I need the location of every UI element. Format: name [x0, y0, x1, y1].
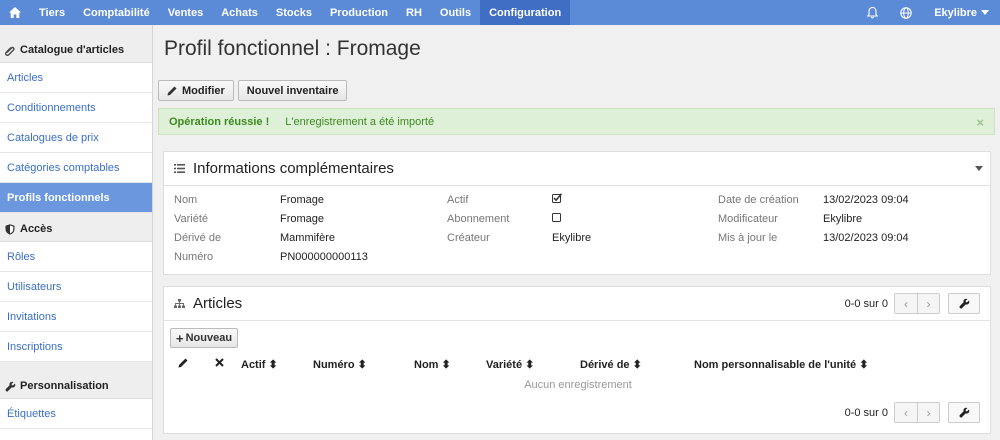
- field-value-date-creation: 13/02/2023 09:04: [823, 194, 909, 206]
- sidebar-item-profils-fonctionnels[interactable]: Profils fonctionnels: [0, 183, 152, 213]
- nav-tiers[interactable]: Tiers: [30, 0, 74, 25]
- sidebar-item-etiquettes[interactable]: Étiquettes: [0, 399, 152, 429]
- page-title: Profil fonctionnel : Fromage: [164, 37, 421, 60]
- alert-message: L'enregistrement a été importé: [285, 115, 435, 128]
- edit-column-icon: [178, 358, 188, 371]
- settings-button[interactable]: [948, 293, 980, 314]
- success-alert: Opération réussie ! L'enregistrement a é…: [158, 108, 995, 135]
- globe-icon: [900, 6, 912, 19]
- main-content: Profil fonctionnel : Fromage Modifier No…: [153, 25, 1000, 440]
- info-panel-header[interactable]: Informations complémentaires: [164, 152, 990, 186]
- plus-icon: +: [176, 330, 184, 346]
- caret-down-icon: [981, 10, 989, 15]
- prev-page-button[interactable]: ‹: [895, 294, 917, 313]
- field-label-date-creation: Date de création: [718, 194, 799, 206]
- bell-icon: [867, 6, 879, 18]
- nav-comptabilite[interactable]: Comptabilité: [74, 0, 159, 25]
- nav-ventes[interactable]: Ventes: [159, 0, 212, 25]
- sidebar-item-articles[interactable]: Articles: [0, 63, 152, 93]
- next-page-button[interactable]: ›: [917, 403, 939, 422]
- column-header-actif[interactable]: Actif ⬍: [241, 358, 278, 371]
- top-nav: Tiers Comptabilité Ventes Achats Stocks …: [0, 0, 1000, 25]
- column-header-numero[interactable]: Numéro ⬍: [313, 358, 367, 371]
- field-label-numero: Numéro: [174, 251, 214, 263]
- nav-stocks[interactable]: Stocks: [267, 0, 321, 25]
- field-label-derive-de: Dérivé de: [174, 232, 222, 244]
- pencil-icon: [167, 86, 177, 95]
- column-header-nom[interactable]: Nom ⬍: [414, 358, 451, 371]
- pager-bottom: 0-0 sur 0 ‹ ›: [845, 402, 940, 423]
- language-button[interactable]: [889, 0, 923, 25]
- home-button[interactable]: [0, 0, 30, 25]
- nav-outils[interactable]: Outils: [431, 0, 480, 25]
- column-header-derive-de[interactable]: Dérivé de ⬍: [580, 358, 642, 371]
- sidebar-item-catalogues-de-prix[interactable]: Catalogues de prix: [0, 123, 152, 153]
- field-value-modificateur: Ekylibre: [823, 213, 863, 225]
- field-value-variete[interactable]: Fromage: [280, 213, 324, 225]
- field-label-variete: Variété: [174, 213, 209, 225]
- pager-buttons: ‹ ›: [894, 293, 940, 314]
- wrench-icon: [5, 381, 17, 392]
- field-value-mis-a-jour: 13/02/2023 09:04: [823, 232, 909, 244]
- sidebar-item-categories-comptables[interactable]: Catégories comptables: [0, 153, 152, 183]
- sidebar-item-roles[interactable]: Rôles: [0, 242, 152, 272]
- notifications-button[interactable]: [856, 0, 889, 25]
- close-icon[interactable]: ×: [976, 115, 984, 130]
- sitemap-icon: [174, 299, 185, 308]
- sidebar-section-personnalisation: Personnalisation: [0, 362, 152, 399]
- field-value-derive-de[interactable]: Mammifère: [280, 232, 335, 244]
- field-label-actif: Actif: [447, 194, 469, 206]
- pager-buttons-bottom: ‹ ›: [894, 402, 940, 423]
- sidebar: Catalogue d'articles Articles Conditionn…: [0, 25, 153, 440]
- checkbox-actif-checked: [552, 193, 563, 206]
- delete-column-icon: [215, 358, 224, 370]
- user-menu[interactable]: Ekylibre: [923, 0, 1000, 25]
- field-value-createur: Ekylibre: [552, 232, 592, 244]
- user-name: Ekylibre: [934, 6, 977, 19]
- prev-page-button[interactable]: ‹: [895, 403, 917, 422]
- field-value-nom: Fromage: [280, 194, 325, 206]
- pager-text-bottom: 0-0 sur 0: [844, 406, 888, 419]
- wrench-icon: [959, 298, 969, 309]
- home-icon: [9, 7, 21, 18]
- nav-production[interactable]: Production: [321, 0, 397, 25]
- column-header-nom-unite[interactable]: Nom personnalisable de l'unité ⬍: [694, 358, 868, 371]
- field-value-numero: PN000000000113: [280, 251, 368, 263]
- pager-text: 0-0 sur 0: [844, 297, 888, 310]
- articles-panel-title: Articles: [193, 295, 243, 312]
- action-toolbar: Modifier Nouvel inventaire: [158, 80, 348, 101]
- shield-icon: [5, 224, 17, 235]
- empty-table-message: Aucun enregistrement: [524, 379, 632, 391]
- caret-down-icon[interactable]: [975, 166, 983, 171]
- new-inventory-button[interactable]: Nouvel inventaire: [237, 80, 348, 101]
- nav-rh[interactable]: RH: [397, 0, 431, 25]
- column-header-variete[interactable]: Variété ⬍: [486, 358, 534, 371]
- sidebar-item-inscriptions[interactable]: Inscriptions: [0, 332, 152, 362]
- sidebar-item-conditionnements[interactable]: Conditionnements: [0, 93, 152, 123]
- articles-panel: Articles 0-0 sur 0 ‹ › + Nouveau Actif ⬍…: [163, 286, 991, 434]
- settings-button-bottom[interactable]: [948, 402, 980, 423]
- pager-top: 0-0 sur 0 ‹ ›: [845, 293, 940, 314]
- sidebar-section-acces: Accès: [0, 213, 152, 242]
- field-label-createur: Créateur: [447, 232, 490, 244]
- info-panel: Informations complémentaires Nom Fromage…: [163, 151, 991, 275]
- field-label-abonnement: Abonnement: [447, 213, 510, 225]
- next-page-button[interactable]: ›: [917, 294, 939, 313]
- paperclip-icon: [5, 45, 17, 56]
- edit-button[interactable]: Modifier: [158, 80, 234, 101]
- alert-title: Opération réussie !: [169, 115, 270, 128]
- nav-achats[interactable]: Achats: [212, 0, 267, 25]
- new-article-button[interactable]: + Nouveau: [170, 328, 239, 348]
- sidebar-item-utilisateurs[interactable]: Utilisateurs: [0, 272, 152, 302]
- info-panel-title: Informations complémentaires: [193, 160, 394, 177]
- sidebar-item-invitations[interactable]: Invitations: [0, 302, 152, 332]
- nav-configuration[interactable]: Configuration: [480, 0, 571, 25]
- sidebar-section-catalogue: Catalogue d'articles: [0, 25, 152, 63]
- field-label-modificateur: Modificateur: [718, 213, 778, 225]
- field-label-mis-a-jour: Mis à jour le: [718, 232, 778, 244]
- field-label-nom: Nom: [174, 194, 198, 206]
- checkbox-abonnement-unchecked: [552, 213, 562, 226]
- wrench-icon: [959, 407, 969, 418]
- list-icon: [174, 164, 185, 173]
